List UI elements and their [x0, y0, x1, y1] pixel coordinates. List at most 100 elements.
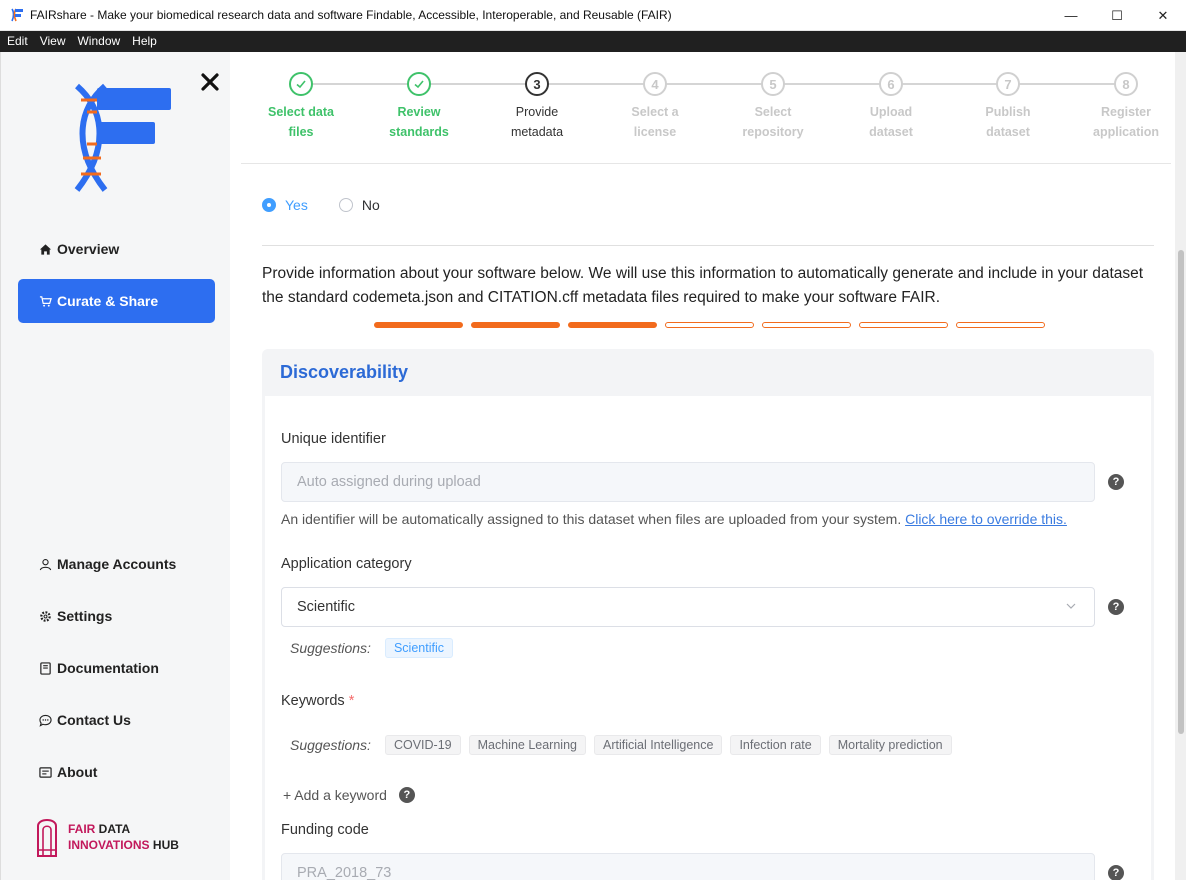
close-window-button[interactable]: ✕ [1140, 0, 1186, 31]
step-label: Publish [985, 105, 1031, 119]
section-title: Discoverability [280, 362, 409, 382]
step-label: Select data [267, 105, 334, 119]
sidebar-item-label: Documentation [57, 660, 159, 676]
sidebar-item-overview[interactable]: Overview [18, 227, 215, 271]
divider [262, 245, 1154, 246]
app-icon [11, 8, 23, 22]
sidebar-item-documentation[interactable]: Documentation [18, 646, 215, 690]
info-card-icon [38, 765, 52, 779]
step-register-application[interactable]: 8 Register application [1076, 72, 1171, 142]
fairshare-logo [74, 83, 171, 192]
check-icon [289, 72, 313, 96]
cart-icon [38, 294, 52, 308]
step-number: 3 [525, 72, 549, 96]
suggestion-tag[interactable]: Scientific [384, 638, 453, 658]
keywords-label: Keywords * [281, 693, 354, 709]
sidebar-item-label: Settings [57, 608, 113, 624]
step-provide-metadata[interactable]: 3 Provide metadata [487, 72, 587, 142]
chevron-down-icon [1066, 603, 1076, 609]
progress-segment [471, 322, 560, 328]
step-review-standards[interactable]: Review standards [369, 72, 469, 142]
step-label: Register [1100, 105, 1152, 119]
discoverability-section: Discoverability Unique identifier Auto a… [262, 349, 1154, 880]
title-bar: FAIRshare - Make your biomedical researc… [0, 0, 1186, 31]
sidebar: Overview Curate & Share Manage Accounts … [0, 52, 230, 880]
hub-text-fair: FAIR [68, 822, 96, 836]
step-select-license[interactable]: 4 Select a license [605, 72, 705, 142]
window-title: FAIRshare - Make your biomedical researc… [30, 8, 672, 22]
close-sidebar-icon[interactable] [198, 70, 222, 94]
unique-identifier-input[interactable]: Auto assigned during upload [281, 462, 1095, 502]
progress-segment [859, 322, 948, 328]
minimize-button[interactable]: — [1048, 0, 1094, 31]
step-select-data-files[interactable]: Select data files [251, 72, 351, 142]
hint-text: An identifier will be automatically assi… [281, 511, 906, 527]
radio-dot [338, 198, 353, 212]
override-identifier-link[interactable]: Click here to override this. [905, 511, 1067, 527]
sidebar-item-label: Curate & Share [57, 293, 159, 309]
main-scrollbar[interactable] [1175, 52, 1186, 880]
suggestion-tag[interactable]: Mortality prediction [828, 735, 952, 755]
sidebar-item-label: Overview [57, 241, 120, 257]
radio-dot [262, 198, 276, 212]
suggestions-label: Suggestions: [290, 640, 371, 656]
radio-no[interactable]: No [338, 197, 380, 213]
help-icon[interactable]: ? [1108, 865, 1124, 880]
step-publish-dataset[interactable]: 7 Publish dataset [958, 72, 1058, 142]
menu-help[interactable]: Help [126, 31, 163, 52]
chat-icon [38, 713, 52, 727]
funding-code-label: Funding code [281, 822, 369, 838]
sidebar-item-curate-share[interactable]: Curate & Share [18, 279, 215, 323]
check-icon [407, 72, 431, 96]
funding-code-input[interactable]: PRA_2018_73 [281, 853, 1095, 880]
suggestion-tag[interactable]: Artificial Intelligence [593, 735, 723, 755]
suggestion-tag[interactable]: COVID-19 [384, 735, 461, 755]
sidebar-item-label: About [57, 764, 98, 780]
keywords-label-text: Keywords [281, 693, 345, 709]
sidebar-item-settings[interactable]: Settings [18, 594, 215, 638]
section-body: Unique identifier Auto assigned during u… [265, 396, 1151, 880]
progress-segment [568, 322, 657, 328]
hub-text-data: DATA [95, 822, 131, 836]
maximize-button[interactable]: ☐ [1094, 0, 1140, 31]
sidebar-item-about[interactable]: About [18, 750, 215, 794]
progress-segment [665, 322, 754, 328]
help-icon[interactable]: ? [398, 787, 415, 803]
step-number: 6 [879, 72, 903, 96]
home-icon [38, 242, 52, 256]
hub-logo-icon [37, 819, 57, 857]
step-label: dataset [986, 125, 1030, 139]
unique-identifier-hint: An identifier will be automatically assi… [281, 511, 1067, 527]
step-label: dataset [869, 125, 913, 139]
radio-yes[interactable]: Yes [262, 197, 308, 213]
required-marker: * [348, 693, 355, 709]
intro-text: Provide information about your software … [262, 265, 1144, 306]
step-number: 4 [643, 72, 667, 96]
hub-text-innovations: INNOVATIONS [68, 838, 150, 852]
software-radio-group: Yes No [262, 197, 411, 213]
add-keyword-button[interactable]: + Add a keyword [283, 787, 387, 803]
radio-label: Yes [285, 197, 308, 213]
step-label: Select a [631, 105, 679, 119]
step-upload-dataset[interactable]: 6 Upload dataset [841, 72, 941, 142]
gear-icon [38, 609, 52, 623]
sidebar-item-contact-us[interactable]: Contact Us [18, 698, 215, 742]
menu-view[interactable]: View [34, 31, 72, 52]
suggestions-label: Suggestions: [290, 737, 371, 753]
step-number: 8 [1114, 72, 1138, 96]
help-icon[interactable]: ? [1108, 599, 1124, 615]
step-select-repository[interactable]: 5 Select repository [723, 72, 823, 142]
scrollbar-thumb[interactable] [1178, 250, 1184, 734]
menu-edit[interactable]: Edit [0, 31, 34, 52]
menu-window[interactable]: Window [71, 31, 126, 52]
sidebar-item-label: Contact Us [57, 712, 131, 728]
suggestion-tag[interactable]: Infection rate [730, 735, 821, 755]
category-suggestions: Suggestions: Scientific [290, 638, 461, 658]
select-value: Scientific [297, 599, 356, 615]
suggestion-tag[interactable]: Machine Learning [468, 735, 586, 755]
help-icon[interactable]: ? [1108, 474, 1124, 490]
sidebar-item-manage-accounts[interactable]: Manage Accounts [18, 542, 215, 586]
application-category-select[interactable]: Scientific [281, 587, 1095, 627]
step-number: 5 [761, 72, 785, 96]
step-label: application [1093, 125, 1159, 139]
